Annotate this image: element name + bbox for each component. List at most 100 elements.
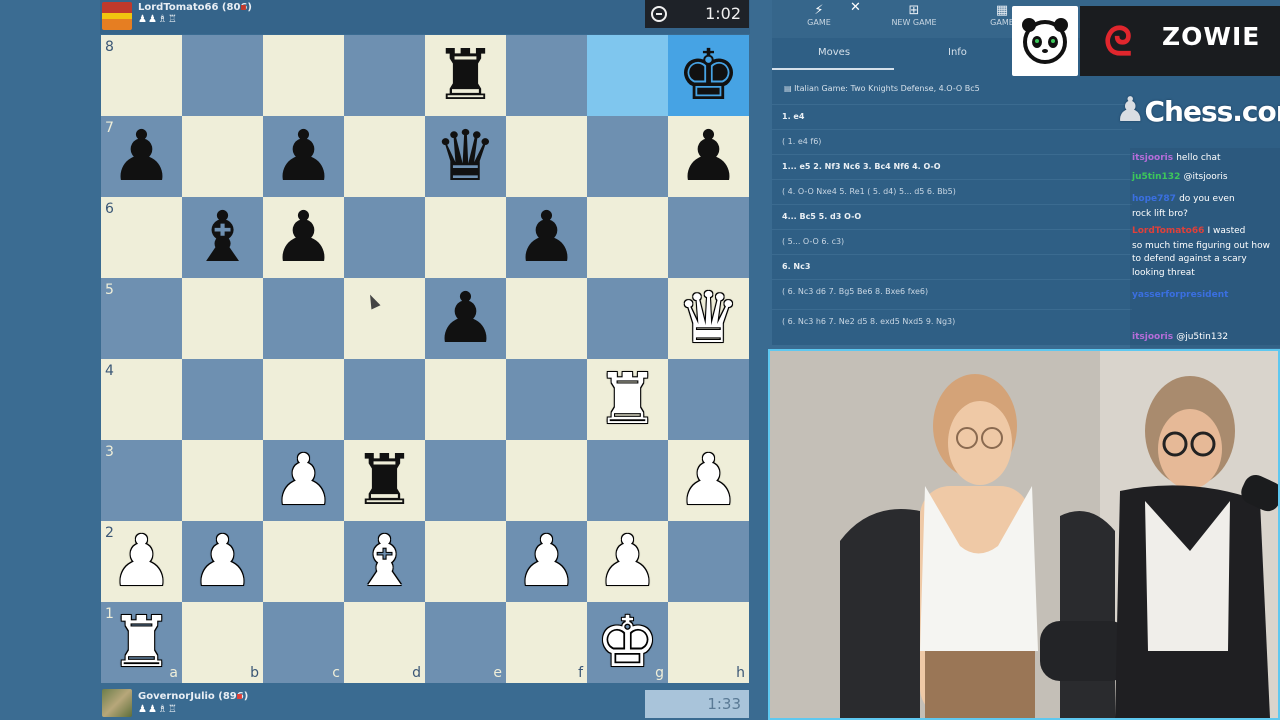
square-f8[interactable] [506,35,587,116]
square-e3[interactable] [425,440,506,521]
square-g8[interactable] [587,35,668,116]
square-c4[interactable] [263,359,344,440]
white-rook-icon[interactable]: ♜ [101,602,182,683]
square-d1[interactable]: d [344,602,425,683]
white-king-icon[interactable]: ♚ [587,602,668,683]
square-h4[interactable] [668,359,749,440]
black-pawn-icon[interactable]: ♟ [101,116,182,197]
square-d6[interactable] [344,197,425,278]
white-pawn-icon[interactable]: ♟ [668,440,749,521]
square-e5[interactable]: ♟ [425,278,506,359]
square-c8[interactable] [263,35,344,116]
tab-new-game[interactable]: ⊞ NEW GAME [884,0,944,38]
square-b5[interactable] [182,278,263,359]
square-d2[interactable]: ♝ [344,521,425,602]
square-d3[interactable]: ♜ [344,440,425,521]
bottom-player-avatar[interactable] [102,689,132,717]
square-a5[interactable]: 5 [101,278,182,359]
square-c3[interactable]: ♟ [263,440,344,521]
square-b1[interactable]: b [182,602,263,683]
white-pawn-icon[interactable]: ♟ [587,521,668,602]
square-d4[interactable] [344,359,425,440]
chat-username[interactable]: ju5tin132 [1132,172,1183,182]
square-d7[interactable] [344,116,425,197]
square-h6[interactable] [668,197,749,278]
variation-line[interactable]: ( 5... O-O 6. c3) [782,237,844,246]
chat-username[interactable]: itsjooris [1132,153,1176,163]
square-b6[interactable]: ♝ [182,197,263,278]
square-c1[interactable]: c [263,602,344,683]
square-e2[interactable] [425,521,506,602]
move-line[interactable]: 6. Nc3 [782,262,810,271]
white-pawn-icon[interactable]: ♟ [506,521,587,602]
square-e4[interactable] [425,359,506,440]
square-e1[interactable]: e [425,602,506,683]
black-pawn-icon[interactable]: ♟ [425,278,506,359]
square-a6[interactable]: 6 [101,197,182,278]
variation-line[interactable]: ( 4. O-O Nxe4 5. Re1 ( 5. d4) 5... d5 6.… [782,187,956,196]
chess-board[interactable]: 8 ♜ ♚ 7 ♟ ♟ ♛ ♟ 6 ♝ ♟ ♟ 5 ♟ ♛ 4 ♜ 3 ♟ ♜ ♟ 2 ♟ ♟ ♝ ♟ ♟ 1 a ♜ b c d e f g ♚ h [101,35,749,683]
square-e7[interactable]: ♛ [425,116,506,197]
square-f1[interactable]: f [506,602,587,683]
chat-username[interactable]: yasserforpresident [1132,290,1228,300]
square-g6[interactable] [587,197,668,278]
square-h7[interactable]: ♟ [668,116,749,197]
close-icon[interactable]: ✕ [850,0,861,15]
square-b3[interactable] [182,440,263,521]
square-a3[interactable]: 3 [101,440,182,521]
move-line[interactable]: 1. e4 [782,112,804,121]
square-d8[interactable] [344,35,425,116]
square-e8[interactable]: ♜ [425,35,506,116]
square-h8[interactable]: ♚ [668,35,749,116]
variation-line[interactable]: ( 6. Nc3 d6 7. Bg5 Be6 8. Bxe6 fxe6) [782,287,928,296]
square-h3[interactable]: ♟ [668,440,749,521]
black-pawn-icon[interactable]: ♟ [506,197,587,278]
white-bishop-icon[interactable]: ♝ [344,521,425,602]
square-h2[interactable] [668,521,749,602]
square-g7[interactable] [587,116,668,197]
black-pawn-icon[interactable]: ♟ [263,116,344,197]
white-pawn-icon[interactable]: ♟ [101,521,182,602]
variation-line[interactable]: ( 1. e4 f6) [782,137,821,146]
move-line[interactable]: 1... e5 2. Nf3 Nc6 3. Bc4 Nf6 4. O-O [782,162,941,171]
square-f5[interactable] [506,278,587,359]
square-f3[interactable] [506,440,587,521]
square-c2[interactable] [263,521,344,602]
square-b2[interactable]: ♟ [182,521,263,602]
square-e6[interactable] [425,197,506,278]
square-c5[interactable] [263,278,344,359]
square-g1[interactable]: g ♚ [587,602,668,683]
white-queen-icon[interactable]: ♛ [668,278,749,359]
black-bishop-icon[interactable]: ♝ [182,197,263,278]
square-a2[interactable]: 2 ♟ [101,521,182,602]
tab-info[interactable]: Info [948,47,967,58]
square-h5[interactable]: ♛ [668,278,749,359]
variation-line[interactable]: ( 6. Nc3 h6 7. Ne2 d5 8. exd5 Nxd5 9. Ng… [782,317,955,326]
black-rook-icon[interactable]: ♜ [344,440,425,521]
black-pawn-icon[interactable]: ♟ [668,116,749,197]
square-b7[interactable] [182,116,263,197]
white-pawn-icon[interactable]: ♟ [263,440,344,521]
square-g3[interactable] [587,440,668,521]
square-f7[interactable] [506,116,587,197]
tab-moves[interactable]: Moves [818,47,850,58]
bottom-player-name[interactable]: GovernorJulio (896) [138,691,248,702]
square-c6[interactable]: ♟ [263,197,344,278]
square-g4[interactable]: ♜ [587,359,668,440]
chat-username[interactable]: LordTomato66 [1132,226,1208,236]
square-a8[interactable]: 8 [101,35,182,116]
move-line[interactable]: 4... Bc5 5. d3 O-O [782,212,861,221]
top-player-avatar[interactable] [102,2,132,30]
black-queen-icon[interactable]: ♛ [425,116,506,197]
square-b4[interactable] [182,359,263,440]
square-b8[interactable] [182,35,263,116]
black-pawn-icon[interactable]: ♟ [263,197,344,278]
top-player-name[interactable]: LordTomato66 (806) [138,2,252,13]
square-a4[interactable]: 4 [101,359,182,440]
square-h1[interactable]: h [668,602,749,683]
square-a1[interactable]: 1 a ♜ [101,602,182,683]
black-king-icon[interactable]: ♚ [668,35,749,116]
square-f2[interactable]: ♟ [506,521,587,602]
white-rook-icon[interactable]: ♜ [587,359,668,440]
chat-username[interactable]: hope787 [1132,194,1179,204]
